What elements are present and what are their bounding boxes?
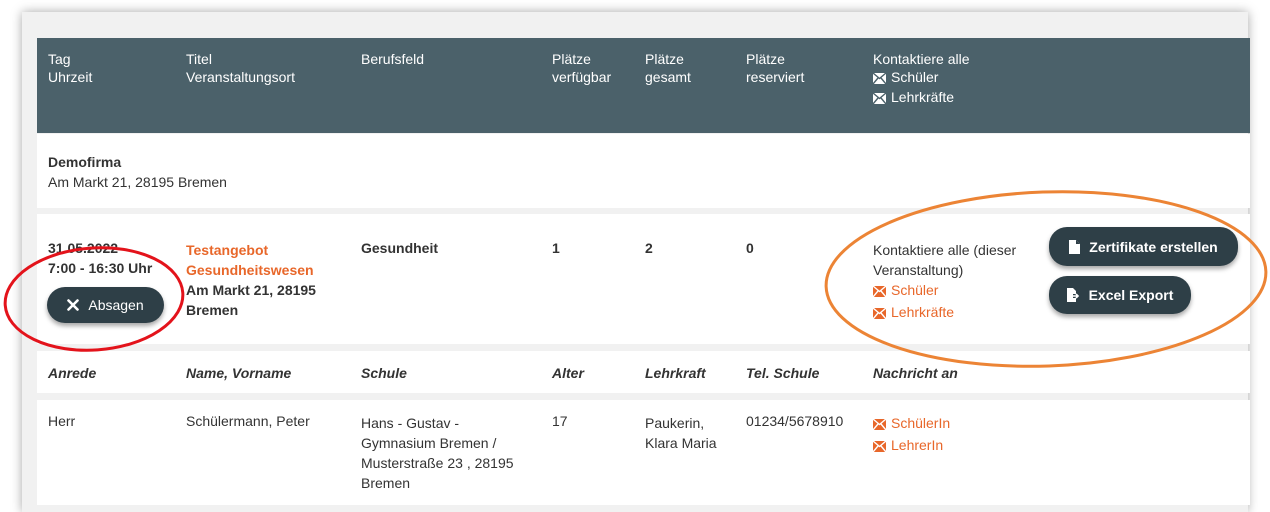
event-panel: 31.05.2022 7:00 - 16:30 Uhr Absagen Test…	[37, 214, 1250, 344]
table-header: Tag Uhrzeit Titel Veranstaltungsort Beru…	[37, 38, 1250, 133]
event-contact-lehrkraefte-link[interactable]: Lehrkräfte	[872, 302, 1016, 324]
col-lehrkraft: Lehrkraft	[645, 365, 706, 381]
excel-export-button[interactable]: Excel Export	[1049, 276, 1191, 314]
envelope-icon	[872, 437, 887, 457]
col-nachricht: Nachricht an	[873, 365, 958, 381]
header-contact-schueler-link[interactable]: Schüler	[872, 68, 970, 88]
col-schule: Schule	[361, 365, 407, 381]
header-tag-uhrzeit: Tag Uhrzeit	[48, 51, 93, 85]
row-tel-schule: 01234/5678910	[746, 413, 844, 429]
create-certificates-button[interactable]: Zertifikate erstellen	[1049, 227, 1238, 266]
file-export-icon	[1066, 288, 1080, 302]
col-alter: Alter	[552, 365, 584, 381]
row-lehrkraft: Paukerin, Klara Maria	[645, 415, 717, 451]
header-contact-lehrkraefte-link[interactable]: Lehrkräfte	[872, 88, 970, 108]
table-row: Herr Schülermann, Peter Hans - Gustav - …	[37, 400, 1250, 505]
envelope-icon	[872, 415, 887, 435]
header-berufsfeld: Berufsfeld	[361, 51, 425, 67]
row-alter: 17	[552, 413, 568, 429]
participants-header: Anrede Name, Vorname Schule Alter Lehrkr…	[37, 351, 1250, 393]
event-plaetze-verfuegbar: 1	[552, 240, 560, 256]
company-name: Demofirma	[48, 154, 122, 170]
event-plaetze-reserviert: 0	[746, 240, 754, 256]
event-plaetze-gesamt: 2	[645, 240, 653, 256]
col-name: Name, Vorname	[186, 365, 292, 381]
event-date: 31.05.2022	[48, 240, 119, 256]
event-time: 7:00 - 16:30 Uhr	[48, 260, 153, 276]
envelope-icon	[872, 282, 887, 302]
col-anrede: Anrede	[48, 365, 97, 381]
event-contact-schueler-link[interactable]: Schüler	[872, 280, 1016, 302]
header-plaetze-reserviert: Plätze reserviert	[746, 51, 805, 85]
header-titel-ort: Titel Veranstaltungsort	[186, 51, 295, 85]
message-schueler-link[interactable]: SchülerIn	[872, 413, 950, 435]
row-nachricht: SchülerIn LehrerIn	[872, 413, 950, 457]
close-icon	[67, 299, 80, 311]
header-kontakt-alle: Kontaktiere alle Schüler Lehrkräfte	[872, 50, 970, 108]
header-plaetze-gesamt: Plätze gesamt	[645, 51, 691, 85]
company-panel: Demofirma Am Markt 21, 28195 Bremen	[37, 134, 1250, 208]
row-anrede: Herr	[48, 413, 76, 429]
envelope-icon	[872, 70, 887, 88]
cancel-button[interactable]: Absagen	[47, 287, 164, 323]
message-lehrer-link[interactable]: LehrerIn	[872, 435, 950, 457]
col-tel-schule: Tel. Schule	[746, 365, 820, 381]
event-berufsfeld: Gesundheit	[361, 240, 439, 256]
row-schule: Hans - Gustav - Gymnasium Bremen / Muste…	[361, 415, 514, 491]
company-address: Am Markt 21, 28195 Bremen	[48, 174, 227, 190]
document-icon	[1069, 239, 1081, 254]
event-location: Am Markt 21, 28195 Bremen	[186, 282, 316, 318]
envelope-icon	[872, 90, 887, 108]
envelope-icon	[872, 304, 887, 324]
row-name: Schülermann, Peter	[186, 413, 310, 429]
event-title-link[interactable]: Testangebot Gesundheitswesen	[186, 240, 314, 280]
event-kontakt: Kontaktiere alle (dieser Veranstaltung) …	[872, 240, 1016, 324]
header-plaetze-verfuegbar: Plätze verfügbar	[552, 51, 612, 85]
